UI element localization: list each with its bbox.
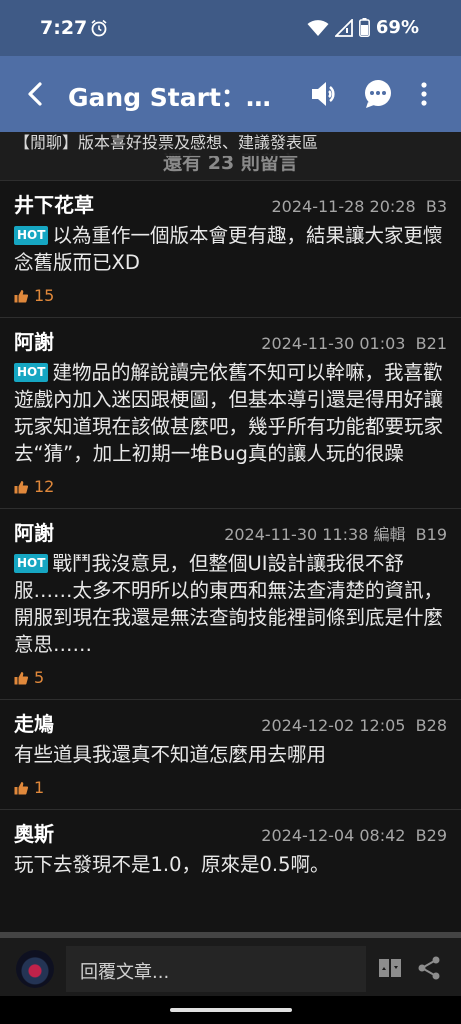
like-button[interactable]: 12 <box>14 477 447 508</box>
comment-author[interactable]: 走鳩 <box>14 708 54 737</box>
like-count: 12 <box>34 477 55 496</box>
comment-item: 阿謝 2024-11-30 01:03 B21 HOT 建物品的解說讀完依舊不知可… <box>0 317 461 508</box>
battery-icon <box>358 18 370 37</box>
edited-label: 編輯 <box>373 525 406 544</box>
status-bar: 7:27 69% <box>0 0 461 56</box>
like-count: 1 <box>34 778 45 797</box>
comment-text: 玩下去發現不是1.0，原來是0.5啊。 <box>14 853 330 876</box>
system-nav-bar <box>0 996 461 1024</box>
comment-floor: B3 <box>425 197 447 216</box>
comment-meta: 2024-12-02 12:05 B28 <box>261 716 447 735</box>
board-title: Gang Start：異… <box>68 83 278 112</box>
comment-floor: B19 <box>415 525 447 544</box>
comment-author[interactable]: 阿謝 <box>14 326 54 355</box>
comment-author[interactable]: 井下花草 <box>14 189 94 218</box>
comment-text: 有些道具我還真不知道怎麼用去哪用 <box>14 743 327 766</box>
like-count: 15 <box>34 286 55 305</box>
comment-meta: 2024-11-28 20:28 B3 <box>271 197 447 216</box>
comment-item: 奧斯 2024-12-04 08:42 B29 玩下去發現不是1.0，原來是0.… <box>0 809 461 878</box>
like-button[interactable]: 5 <box>14 668 447 699</box>
comment-text: HOT 建物品的解說讀完依舊不知可以幹嘛，我喜歡遊戲內加入迷因跟梗圖，但基本導引還… <box>14 361 444 465</box>
reply-bar: 回覆文章... <box>0 932 461 996</box>
status-right: 69% <box>307 17 419 38</box>
share-icon[interactable] <box>415 954 443 982</box>
comment-item: 井下花草 2024-11-28 20:28 B3 HOT 以為重作一個版本會更有趣… <box>0 180 461 317</box>
comment-text: HOT 以為重作一個版本會更有趣，結果讓大家更懷念舊版而已XD <box>14 224 443 274</box>
like-button[interactable]: 15 <box>14 286 447 317</box>
floor-jump-icon[interactable] <box>376 954 404 982</box>
comment-floor: B21 <box>415 334 447 353</box>
more-vert-icon[interactable] <box>405 75 443 113</box>
battery-percent: 69% <box>375 17 419 38</box>
thumbs-up-icon <box>14 289 28 302</box>
avatar[interactable] <box>16 950 54 988</box>
comment-floor: B29 <box>415 826 447 845</box>
comment-item: 走鳩 2024-12-02 12:05 B28 有些道具我還真不知道怎麼用去哪用… <box>0 699 461 809</box>
comment-text: HOT 戰鬥我沒意見，但整個UI設計讓我很不舒服……太多不明所以的東西和無法查清楚… <box>14 552 444 656</box>
like-button[interactable]: 1 <box>14 778 447 809</box>
back-arrow-icon[interactable] <box>18 76 54 112</box>
status-time: 7:27 <box>40 17 88 39</box>
topic-title: 【閒聊】版本喜好投票及感想、建議發表區 <box>0 132 461 156</box>
app-bar: Gang Start：異… <box>0 56 461 132</box>
cellular-icon <box>334 18 353 37</box>
comment-meta: 2024-11-30 11:38 編輯 B19 <box>224 525 447 544</box>
hot-badge: HOT <box>14 554 49 573</box>
comment-item: 阿謝 2024-11-30 11:38 編輯 B19 HOT 戰鬥我沒意見，但整個… <box>0 508 461 699</box>
chat-bubble-icon[interactable] <box>359 75 397 113</box>
home-indicator[interactable] <box>170 1008 292 1012</box>
alarm-icon <box>91 19 107 37</box>
comment-author[interactable]: 奧斯 <box>14 818 54 847</box>
wifi-icon <box>307 19 329 36</box>
comment-author[interactable]: 阿謝 <box>14 517 54 546</box>
hot-badge: HOT <box>14 363 49 382</box>
comment-list: 井下花草 2024-11-28 20:28 B3 HOT 以為重作一個版本會更有趣… <box>0 180 461 878</box>
thumbs-up-icon <box>14 671 28 684</box>
hot-badge: HOT <box>14 226 49 245</box>
like-count: 5 <box>34 668 45 687</box>
comment-meta: 2024-11-30 01:03 B21 <box>261 334 447 353</box>
comment-meta: 2024-12-04 08:42 B29 <box>261 826 447 845</box>
comment-floor: B28 <box>415 716 447 735</box>
thumbs-up-icon <box>14 480 28 493</box>
reply-input[interactable]: 回覆文章... <box>66 946 366 992</box>
thumbs-up-icon <box>14 781 28 794</box>
speaker-icon[interactable] <box>305 75 343 113</box>
topic-header: 還有 23 則留言 【閒聊】版本喜好投票及感想、建議發表區 <box>0 132 461 180</box>
